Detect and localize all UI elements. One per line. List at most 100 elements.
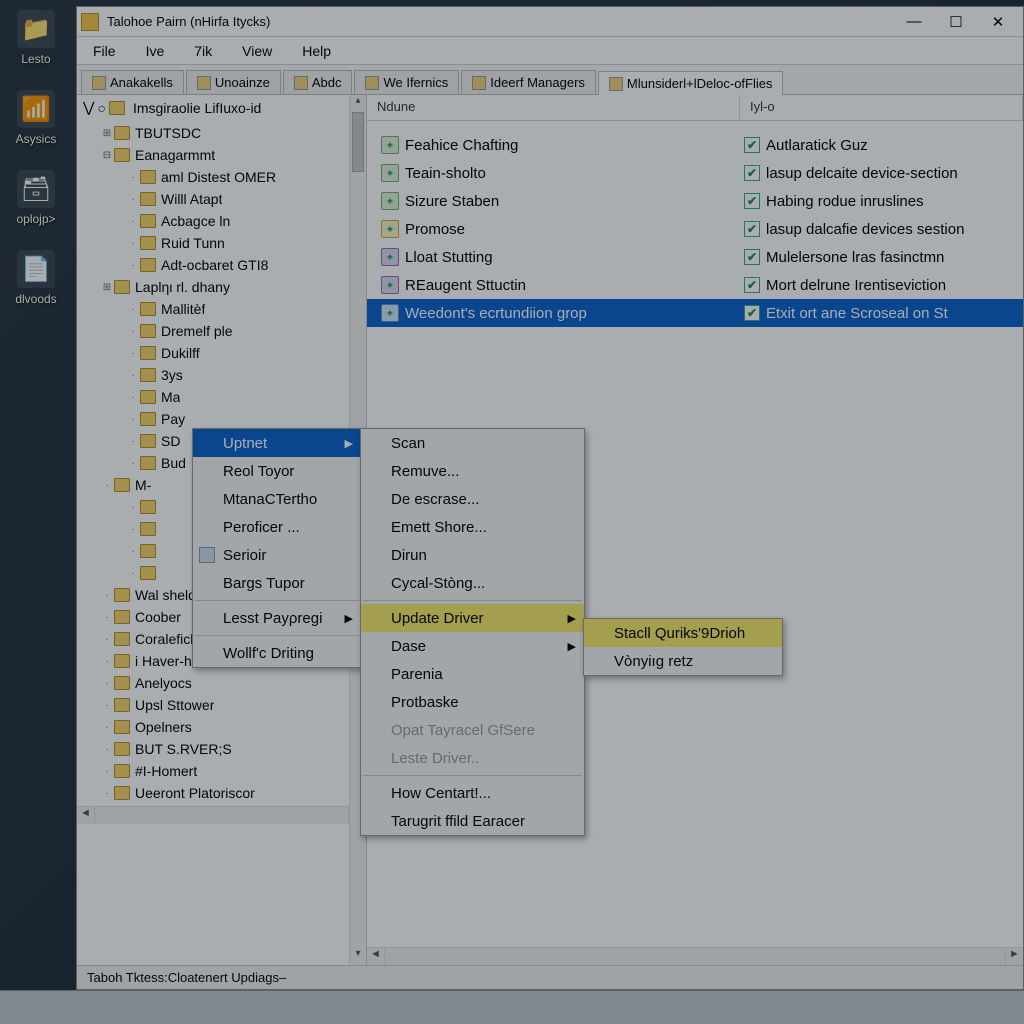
menu-item[interactable]: Remuve... <box>361 457 584 485</box>
list-row[interactable]: ✦Lloat Stutting✔Mulelersone lras fasinct… <box>367 243 1023 271</box>
menu-item[interactable]: Vònyiıg retz <box>584 647 782 675</box>
tree-item[interactable]: ·Mallitèf <box>87 298 366 320</box>
scroll-track[interactable] <box>95 807 348 824</box>
menu-item[interactable]: Dase▶ <box>361 632 584 660</box>
menu-item[interactable]: Cycal-Stòng... <box>361 569 584 597</box>
tree-item[interactable]: ·Ma <box>87 386 366 408</box>
menu-ive[interactable]: Ive <box>142 41 169 61</box>
scroll-right-icon[interactable]: ► <box>1005 948 1023 965</box>
tree-item[interactable]: ·Opelners <box>87 716 366 738</box>
tree-item[interactable]: ·#I-Homert <box>87 760 366 782</box>
menu-item[interactable]: Emett Shore... <box>361 513 584 541</box>
list-row[interactable]: ✦REaugent Sttuctin✔Mort delrune Irentise… <box>367 271 1023 299</box>
twisty-icon[interactable]: ⊟ <box>101 150 113 161</box>
list-row[interactable]: ✦Teain-sholto✔lasup delcaite device-sect… <box>367 159 1023 187</box>
tree-item[interactable]: ·3ys <box>87 364 366 386</box>
status-text: Taboh Tktess:Cloatenert Updiags– <box>87 970 286 985</box>
tree-item[interactable]: ·Upsl Sttower <box>87 694 366 716</box>
desktop-icon-oplojp>[interactable]: 🗃oplojp> <box>0 170 72 226</box>
list-row[interactable]: ✦Sizure Staben✔Habing rodue inruslines <box>367 187 1023 215</box>
close-button[interactable]: ✕ <box>977 8 1019 36</box>
tree-item[interactable]: ·Acbagce ln <box>87 210 366 232</box>
folder-icon <box>114 126 130 140</box>
desktop-icon-asysics[interactable]: 📶Asysics <box>0 90 72 146</box>
taskbar[interactable]: Taboh Tktess:Cloatenert Updiags– <box>0 990 1024 1024</box>
tree-hscroll[interactable]: ◄ ► <box>77 806 366 824</box>
tab[interactable]: Unoainze <box>186 70 281 94</box>
menu-item[interactable]: Serioir <box>193 541 361 569</box>
desktop-glyph-icon: 📁 <box>17 10 55 48</box>
menu-file[interactable]: File <box>89 41 120 61</box>
menu-7ik[interactable]: 7ik <box>190 41 216 61</box>
minimize-button[interactable]: — <box>893 8 935 36</box>
menu-item[interactable]: Stacll Quriks'9Drioh <box>584 619 782 647</box>
tree-root-row[interactable]: ⋁ ○ Imsgiraolie LifIuxo-id <box>77 95 366 120</box>
tree-item[interactable]: ·Dremelf ple <box>87 320 366 342</box>
menu-item[interactable]: Uptnet▶ <box>193 429 361 457</box>
menu-item[interactable]: Tarugrit ffild Earacer <box>361 807 584 835</box>
menu-item-label: Uptnet <box>223 435 267 452</box>
tree-item[interactable]: ·Ruid Tunn <box>87 232 366 254</box>
scroll-thumb[interactable] <box>352 112 364 172</box>
tree-label: Coober <box>135 609 181 625</box>
menu-item[interactable]: Lesst Payρregi▶ <box>193 604 361 632</box>
tab[interactable]: Anakakells <box>81 70 184 94</box>
menu-item[interactable]: Peroficer ... <box>193 513 361 541</box>
folder-icon <box>114 588 130 602</box>
scroll-track[interactable] <box>385 948 1005 965</box>
menu-item[interactable]: How Centart!... <box>361 779 584 807</box>
list-row[interactable]: ✦Weedont's ecrtundiion grop✔Etxit ort an… <box>367 299 1023 327</box>
scroll-left-icon[interactable]: ◄ <box>77 807 95 824</box>
tab[interactable]: We Ifernics <box>354 70 459 94</box>
scroll-up-icon[interactable]: ▴ <box>350 95 366 112</box>
col-name[interactable]: Ndune <box>367 95 740 120</box>
tab[interactable]: Abdc <box>283 70 353 94</box>
tree-item[interactable]: ·Willl Atapt <box>87 188 366 210</box>
tree-item[interactable]: ·Dukilff <box>87 342 366 364</box>
menu-item[interactable]: MtanaCTertho <box>193 485 361 513</box>
maximize-button[interactable]: ☐ <box>935 8 977 36</box>
menu-item[interactable]: Wollf'c Driting <box>193 639 361 667</box>
list-row[interactable]: ✦Promose✔lasup dalcafie devices sestion <box>367 215 1023 243</box>
menu-item[interactable]: De escrase... <box>361 485 584 513</box>
menu-help[interactable]: Help <box>298 41 335 61</box>
menu-item-label: How Centart!... <box>391 785 491 802</box>
tab[interactable]: Ideerf Managers <box>461 70 596 94</box>
menu-item[interactable]: Update Driver▶ <box>361 604 584 632</box>
tree-item[interactable]: ⊞TBUTSDC <box>87 122 366 144</box>
tree-item[interactable]: ·BUT S.RVER;S <box>87 738 366 760</box>
desktop-icon-dlvoods[interactable]: 📄dlvoods <box>0 250 72 306</box>
tree-item[interactable]: ·aml Distest OMER <box>87 166 366 188</box>
col-info[interactable]: Iyl-o <box>740 95 1023 120</box>
twisty-icon[interactable]: ⊞ <box>101 282 113 293</box>
context-submenu[interactable]: Stacll Quriks'9DriohVònyiıg retz <box>583 618 783 676</box>
desktop-icon-lesto[interactable]: 📁Lesto <box>0 10 72 66</box>
scroll-down-icon[interactable]: ▾ <box>350 948 366 965</box>
tab[interactable]: Mlunsiderl+lDeloc-ofFlies <box>598 71 784 95</box>
context-menu-1[interactable]: Uptnet▶Reol ToyorMtanaCTerthoPeroficer .… <box>192 428 362 668</box>
separator <box>363 600 582 601</box>
menu-item[interactable]: Reol Toyor <box>193 457 361 485</box>
context-menu-2[interactable]: ScanRemuve...De escrase...Emett Shore...… <box>360 428 585 836</box>
menu-view[interactable]: View <box>238 41 276 61</box>
twisty-icon[interactable]: ⊞ <box>101 128 113 139</box>
menu-item[interactable]: Protbaske <box>361 688 584 716</box>
tab-icon <box>294 76 308 90</box>
scroll-left-icon[interactable]: ◄ <box>367 948 385 965</box>
tree-item[interactable]: ·Pay <box>87 408 366 430</box>
row-info: Etxit ort ane Scroseal on St <box>766 305 948 322</box>
menu-item[interactable]: Bargs Tupor <box>193 569 361 597</box>
tree-item[interactable]: ·Ueeront Platoriscor <box>87 782 366 804</box>
tree-item[interactable]: ⊟Eanagarmmt <box>87 144 366 166</box>
menu-item[interactable]: Dirun <box>361 541 584 569</box>
tree-item[interactable]: ·Adt-ocbaret GTI8 <box>87 254 366 276</box>
tree-item[interactable]: ⊞Laplηι rl. dhany <box>87 276 366 298</box>
expand-icon[interactable]: ○ <box>97 100 105 116</box>
menu-item[interactable]: Scan <box>361 429 584 457</box>
list-hscroll[interactable]: ◄ ► <box>367 947 1023 965</box>
tree-item[interactable]: ·Anelyocs <box>87 672 366 694</box>
tree-label: Ma <box>161 389 180 405</box>
list-row[interactable]: ✦Feahice Chafting✔Autlaratick Guz <box>367 131 1023 159</box>
menu-item[interactable]: Parenia <box>361 660 584 688</box>
collapse-icon[interactable]: ⋁ <box>83 99 94 116</box>
